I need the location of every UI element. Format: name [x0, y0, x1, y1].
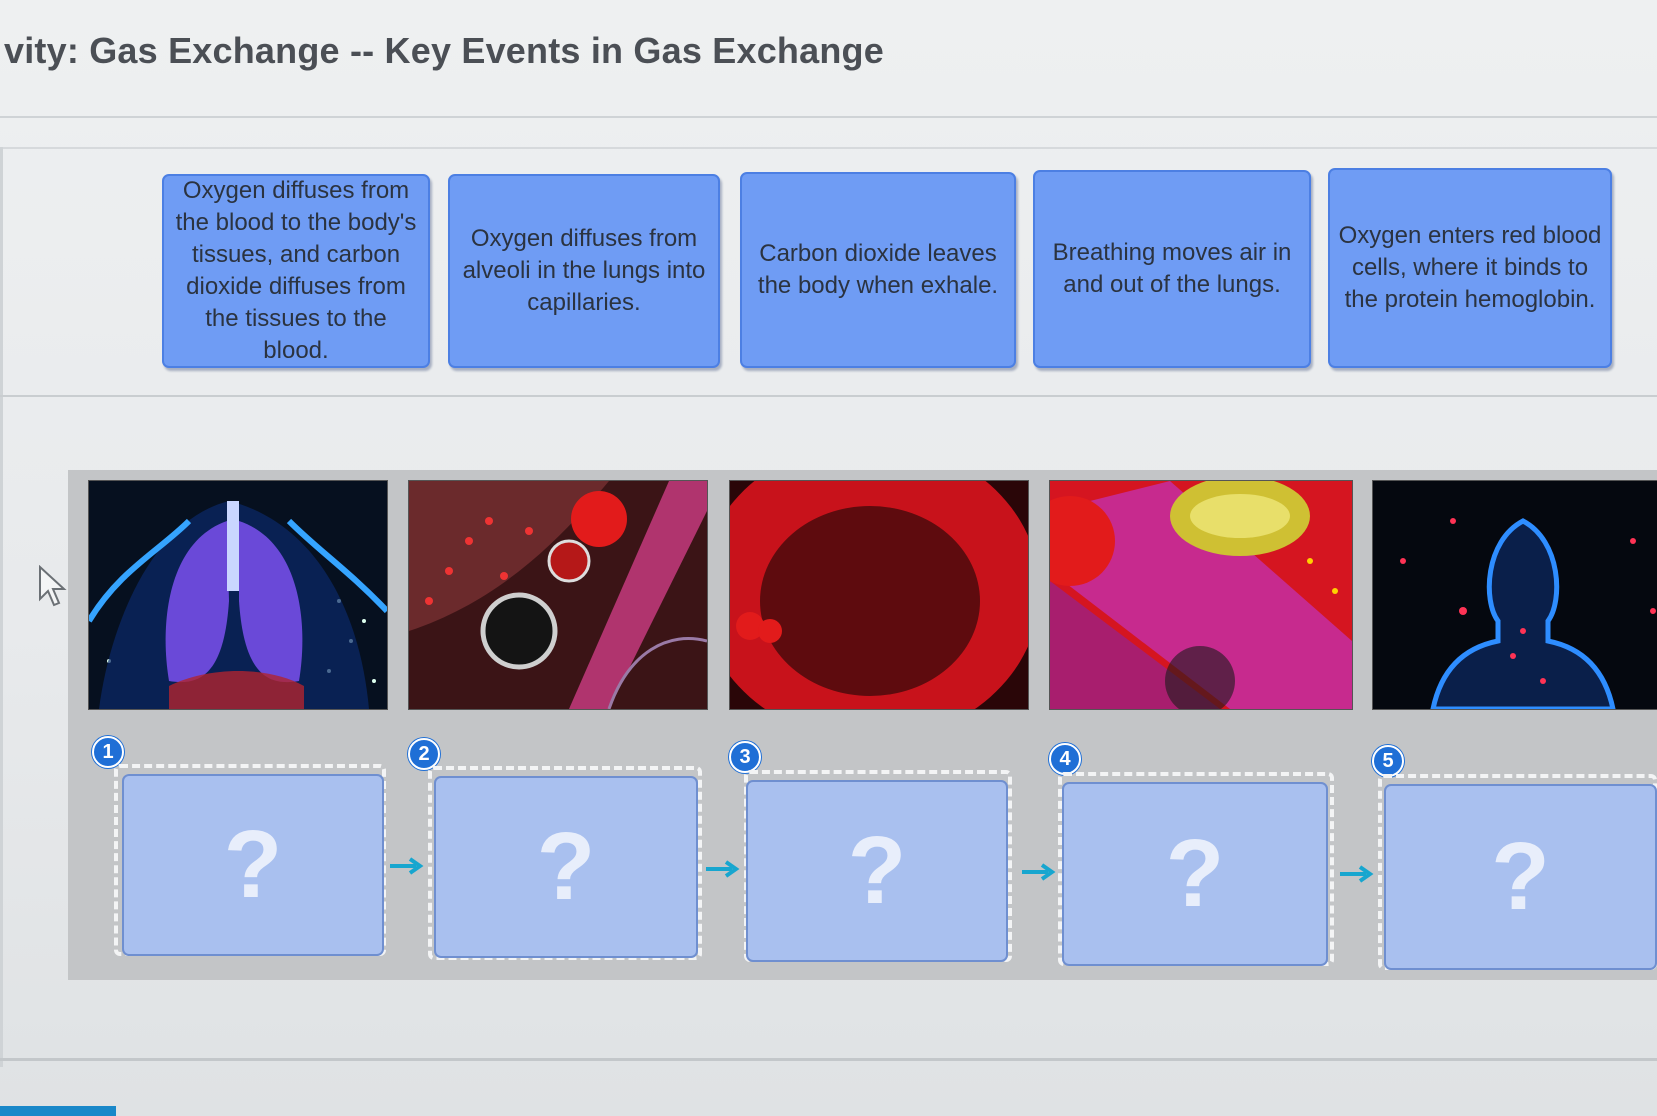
arrow-right-icon [390, 857, 424, 875]
card-text: Oxygen diffuses from alveoli in the lung… [462, 225, 706, 316]
mouse-pointer-icon [39, 565, 67, 607]
card-text: Carbon dioxide leaves the body when exha… [757, 240, 999, 299]
divider [0, 1058, 1657, 1061]
step-number-badge: 4 [1049, 743, 1081, 775]
arrow-right-icon [1022, 863, 1056, 881]
alveoli-capillary-image [408, 480, 708, 710]
drop-zone-step-5[interactable]: ? [1384, 784, 1657, 970]
step-number-badge: 3 [729, 741, 761, 773]
arrow-right-icon [1340, 865, 1374, 883]
tissue-exchange-image [1049, 480, 1353, 710]
answer-card[interactable]: Breathing moves air in and out of the lu… [1033, 170, 1311, 368]
drop-zone-placeholder: ? [1491, 823, 1550, 930]
card-text: Breathing moves air in and out of the lu… [1052, 239, 1292, 298]
divider [0, 116, 1657, 118]
card-text: Oxygen diffuses from the blood to the bo… [175, 177, 417, 364]
drop-zone-step-4[interactable]: ? [1062, 782, 1328, 966]
step-number-badge: 5 [1372, 745, 1404, 777]
drop-zone-step-2[interactable]: ? [434, 776, 698, 958]
divider [0, 395, 1657, 397]
red-blood-cell-image [729, 480, 1029, 710]
drop-zone-placeholder: ? [536, 813, 596, 920]
card-text: Oxygen enters red blood cells, where it … [1338, 222, 1602, 313]
person-exhale-image [1372, 480, 1657, 710]
drop-zone-step-3[interactable]: ? [746, 780, 1008, 962]
answer-card-bank: Oxygen diffuses from the blood to the bo… [0, 150, 1657, 390]
drop-zone-placeholder: ? [223, 811, 283, 918]
progress-indicator [0, 1106, 116, 1116]
arrow-right-icon [706, 860, 740, 878]
drop-zone-placeholder: ? [1165, 820, 1225, 927]
drop-zone-placeholder: ? [847, 817, 907, 924]
answer-card[interactable]: Oxygen enters red blood cells, where it … [1328, 168, 1612, 368]
lungs-image [88, 480, 388, 710]
drop-zone-step-1[interactable]: ? [122, 774, 384, 956]
answer-card[interactable]: Carbon dioxide leaves the body when exha… [740, 172, 1016, 368]
divider [0, 147, 1657, 149]
answer-card[interactable]: Oxygen diffuses from the blood to the bo… [162, 174, 430, 368]
answer-card[interactable]: Oxygen diffuses from alveoli in the lung… [448, 174, 720, 368]
page-title: vity: Gas Exchange -- Key Events in Gas … [4, 30, 884, 71]
